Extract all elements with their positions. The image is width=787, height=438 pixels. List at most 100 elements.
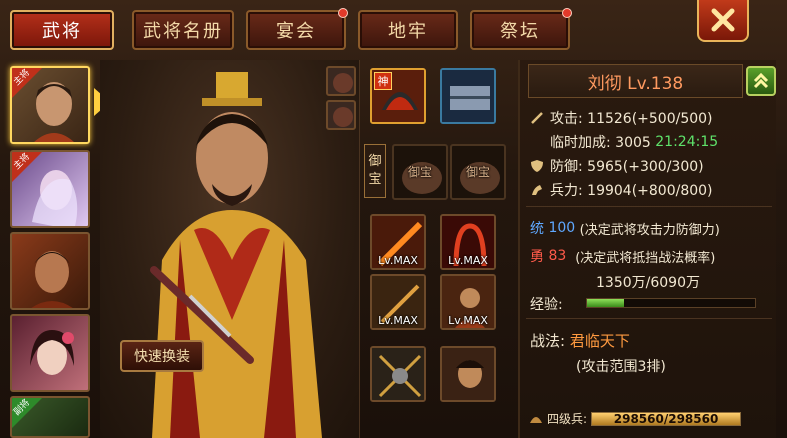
tab-label: 武将 <box>42 21 82 42</box>
command-value: 100 <box>548 220 576 236</box>
sword-icon <box>531 112 543 124</box>
troop-text: 298560/298560 <box>613 411 719 426</box>
valor-desc: (决定武将抵挡战法概率) <box>575 250 716 266</box>
valor-row: 勇 83 (决定武将抵挡战法概率) <box>530 246 715 266</box>
command-label: 统 <box>530 221 544 237</box>
treasure-slot-text: 御宝 <box>465 165 490 179</box>
formation-slot[interactable] <box>370 346 426 402</box>
warrior-slot[interactable]: Lv.MAX <box>440 274 496 330</box>
small-slot-2[interactable] <box>326 100 356 130</box>
tab-altar[interactable]: 祭坛 <box>470 8 572 50</box>
xp-label: 经验: <box>530 297 563 313</box>
shield-icon <box>531 160 543 172</box>
god-badge: 神 <box>374 72 392 90</box>
advisor-slot[interactable] <box>440 346 496 402</box>
small-slot-1[interactable] <box>326 66 356 96</box>
equipment-panel: 神 御 宝 御宝 御宝 Lv.MAX Lv.MAX Lv.MAX Lv.MAX <box>320 60 515 438</box>
avatar-general-3[interactable] <box>10 232 90 310</box>
treasure-slot-text: 御宝 <box>407 165 432 179</box>
double-chevron-up-icon <box>753 72 769 89</box>
main-general-tag-icon: 主将 <box>12 152 42 182</box>
top-tabs: 武将 武将名册 宴会 地牢 祭坛 <box>10 8 610 54</box>
attack-row: 攻击: 11526(+500/500) <box>530 108 713 128</box>
troops-value: 兵力: 19904(+800/800) <box>550 183 713 199</box>
defense-row: 防御: 5965(+300/300) <box>530 156 704 176</box>
troop-type: 四级兵: <box>547 412 588 426</box>
general-screen: 武将 武将名册 宴会 地牢 祭坛 主将 主将 副将 快速换装 神 御 宝 御宝 … <box>0 0 787 438</box>
close-icon <box>711 8 735 32</box>
spear-slot[interactable]: Lv.MAX <box>370 274 426 330</box>
tab-label: 祭坛 <box>500 21 540 42</box>
horse-icon <box>532 185 542 195</box>
skill-desc-row: (攻击范围3排) <box>576 356 666 376</box>
skill-name[interactable]: 君临天下 <box>570 332 630 350</box>
command-row: 统 100 (决定武将攻击力防御力) <box>530 218 720 238</box>
level-max-label: Lv.MAX <box>378 254 418 267</box>
tab-banquet[interactable]: 宴会 <box>246 8 348 50</box>
treasure-label: 御 宝 <box>364 144 386 198</box>
xp-progress-fill <box>587 299 624 307</box>
quick-swap-button[interactable]: 快速换装 <box>120 340 204 372</box>
advisor-portrait-icon <box>442 348 494 400</box>
xp-progress-bar <box>586 298 756 308</box>
command-desc: (决定武将攻击力防御力) <box>579 222 720 238</box>
notification-dot <box>562 8 572 18</box>
skill-row: 战法: 君临天下 <box>530 330 630 351</box>
treasure-slot-2[interactable]: 御宝 <box>450 144 506 200</box>
general-avatar-list: 主将 主将 副将 <box>10 60 110 438</box>
chest-slot[interactable] <box>440 68 496 124</box>
avatar-general-1[interactable]: 主将 <box>10 66 90 144</box>
xp-label-row: 经验: <box>530 294 563 314</box>
temp-bonus-row: 临时加成: 3005 21:24:15 <box>550 132 718 152</box>
level-max-label: Lv.MAX <box>448 314 488 327</box>
deputy-general-tag-icon: 副将 <box>12 398 42 428</box>
tab-dungeon[interactable]: 地牢 <box>358 10 458 50</box>
troop-progress-bar: 298560/298560 <box>591 411 742 426</box>
tab-roster[interactable]: 武将名册 <box>132 10 234 50</box>
troops-row: 兵力: 19904(+800/800) <box>530 180 713 200</box>
xp-text-row: 1350万/6090万 <box>596 272 700 292</box>
stats-panel: 刘彻 Lv.138 攻击: 11526(+500/500) 临时加成: 3005… <box>518 60 776 438</box>
divider <box>526 206 772 207</box>
skill-desc: (攻击范围3排) <box>576 359 666 375</box>
crossed-weapons-icon <box>372 348 424 400</box>
hero-name-bar: 刘彻 Lv.138 <box>528 64 743 98</box>
tab-label: 武将名册 <box>143 21 223 42</box>
xp-text: 1350万/6090万 <box>596 275 700 291</box>
weapon-slot[interactable]: Lv.MAX <box>370 214 426 270</box>
general-portrait-icon <box>30 330 74 375</box>
divider <box>526 318 772 319</box>
attack-value: 攻击: 11526(+500/500) <box>550 111 713 127</box>
treasure-chest-icon <box>442 70 494 122</box>
skill-label: 战法: <box>530 332 566 350</box>
helmet-slot[interactable]: 神 <box>370 68 426 124</box>
tab-label: 地牢 <box>388 21 428 42</box>
temp-bonus-value: 临时加成: 3005 <box>550 135 651 151</box>
close-button[interactable] <box>697 0 749 42</box>
mount-slot[interactable]: Lv.MAX <box>440 214 496 270</box>
mask-icon <box>333 73 353 93</box>
treasure-slot-1[interactable]: 御宝 <box>392 144 448 200</box>
mask-icon <box>333 107 353 127</box>
temp-bonus-timer: 21:24:15 <box>655 134 719 150</box>
avatar-general-5[interactable]: 副将 <box>10 396 90 438</box>
main-general-tag-icon: 主将 <box>12 68 42 98</box>
tab-generals[interactable]: 武将 <box>10 10 114 50</box>
helmet-small-icon <box>530 416 542 423</box>
notification-dot <box>338 8 348 18</box>
valor-label: 勇 <box>530 249 544 265</box>
avatar-general-4[interactable] <box>10 314 90 392</box>
promote-button[interactable] <box>746 66 776 96</box>
quick-swap-label: 快速换装 <box>134 349 190 365</box>
valor-value: 83 <box>548 248 567 264</box>
level-max-label: Lv.MAX <box>378 314 418 327</box>
level-max-label: Lv.MAX <box>448 254 488 267</box>
avatar-general-2[interactable]: 主将 <box>10 150 90 228</box>
troop-row: 四级兵: 298560/298560 <box>528 410 742 427</box>
treasure-label-char: 宝 <box>368 172 382 187</box>
treasure-label-char: 御 <box>368 154 382 169</box>
hero-name: 刘彻 Lv.138 <box>587 73 684 94</box>
general-portrait-icon <box>31 251 73 308</box>
defense-value: 防御: 5965(+300/300) <box>550 159 704 175</box>
tab-label: 宴会 <box>276 21 316 42</box>
